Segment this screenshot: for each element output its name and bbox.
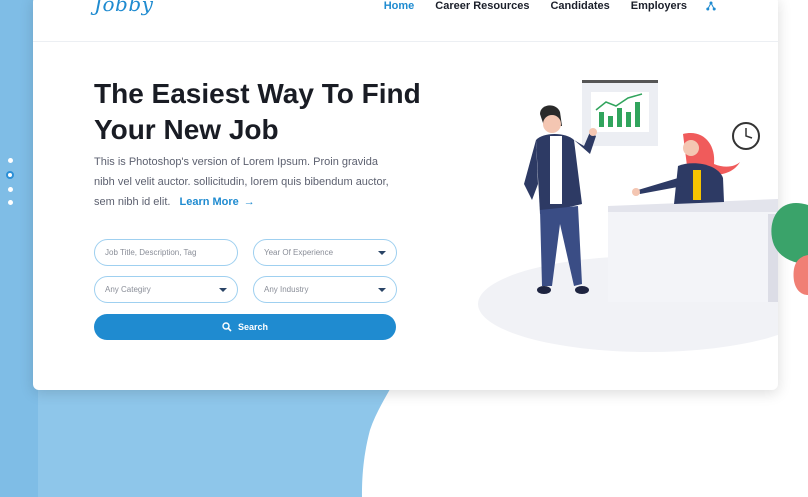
network-icon[interactable] bbox=[706, 1, 716, 11]
chevron-down-icon bbox=[219, 288, 227, 292]
search-icon bbox=[222, 322, 232, 332]
main-nav: Home Career Resources Candidates Employe… bbox=[363, 0, 716, 12]
clock-illustration bbox=[732, 122, 760, 150]
slider-dot[interactable] bbox=[7, 158, 13, 163]
arrow-right-icon: → bbox=[243, 196, 255, 208]
industry-value: Any Industry bbox=[264, 285, 309, 294]
learn-more-label: Learn More bbox=[179, 196, 239, 208]
headline-line-1: The Easiest Way To Find bbox=[94, 78, 421, 109]
desk-illustration bbox=[608, 199, 778, 302]
brand-logo[interactable]: Jobby bbox=[94, 0, 153, 16]
office-illustration bbox=[478, 80, 778, 352]
nav-career-resources[interactable]: Career Resources bbox=[435, 0, 529, 12]
search-button[interactable]: Search bbox=[94, 314, 396, 340]
slider-dot[interactable] bbox=[7, 200, 13, 205]
keyword-input[interactable]: Job Title, Description, Tag bbox=[94, 239, 238, 266]
category-value: Any Categiry bbox=[105, 285, 151, 294]
nav-employers[interactable]: Employers bbox=[631, 0, 687, 12]
hero-card: Jobby Home Career Resources Candidates E… bbox=[33, 0, 778, 390]
learn-more-link[interactable]: Learn More → bbox=[180, 196, 255, 208]
category-select[interactable]: Any Categiry bbox=[94, 276, 238, 303]
chevron-down-icon bbox=[378, 288, 386, 292]
industry-select[interactable]: Any Industry bbox=[253, 276, 397, 303]
experience-value: Year Of Experience bbox=[264, 248, 334, 257]
nav-home[interactable]: Home bbox=[384, 0, 415, 12]
slider-dot-active[interactable] bbox=[6, 171, 14, 179]
plant-illustration bbox=[771, 203, 808, 295]
keyword-placeholder: Job Title, Description, Tag bbox=[105, 248, 197, 257]
nav-candidates[interactable]: Candidates bbox=[550, 0, 609, 12]
hero-headline: The Easiest Way To Find Your New Job bbox=[94, 76, 424, 148]
experience-select[interactable]: Year Of Experience bbox=[253, 239, 397, 266]
navbar: Jobby Home Career Resources Candidates E… bbox=[33, 0, 778, 42]
slider-dot[interactable] bbox=[7, 187, 13, 192]
search-button-label: Search bbox=[237, 322, 269, 332]
slider-dots bbox=[6, 158, 14, 213]
headline-line-2: Your New Job bbox=[94, 114, 279, 145]
hero-description: This is Photoshop's version of Lorem Ips… bbox=[94, 152, 399, 212]
chevron-down-icon bbox=[378, 251, 386, 255]
